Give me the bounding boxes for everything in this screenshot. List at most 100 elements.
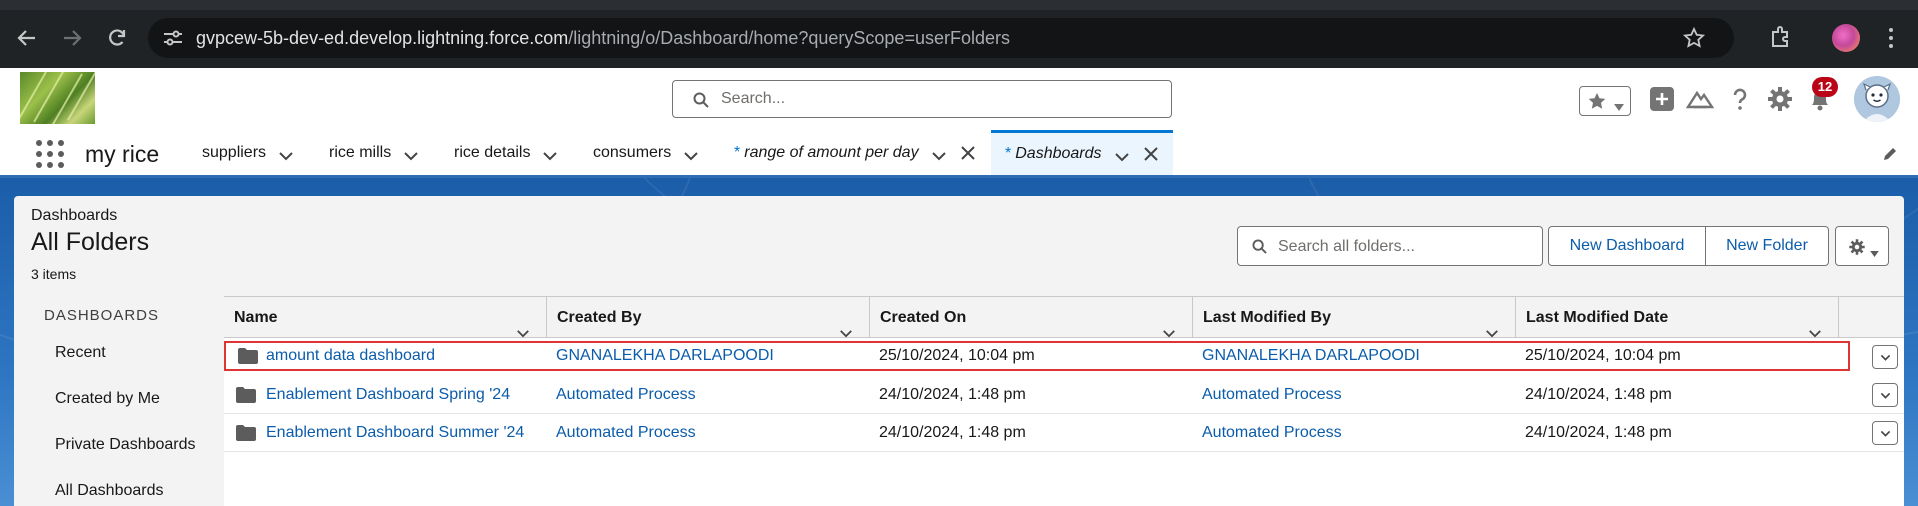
nav-item-rice-details[interactable]: rice details [454,130,558,175]
folder-search-placeholder: Search all folders... [1278,238,1415,255]
url-text: gvpcew-5b-dev-ed.develop.lightning.force… [196,28,1010,49]
bookmark-star-icon[interactable] [1682,26,1706,50]
chrome-menu-icon[interactable] [1887,26,1895,50]
address-bar[interactable]: gvpcew-5b-dev-ed.develop.lightning.force… [148,18,1734,58]
favorites-star-icon[interactable] [1587,92,1607,110]
chevron-down-icon[interactable] [542,148,558,160]
folder-name-link[interactable]: Enablement Dashboard Summer '24 [266,414,524,452]
column-header-created-on[interactable]: Created On [870,297,1193,338]
folder-icon [236,387,256,403]
folder-icon [236,425,256,441]
table-row[interactable]: Enablement Dashboard Summer '24 Automate… [224,414,1904,452]
chevron-down-icon[interactable] [1485,313,1499,338]
list-settings-button[interactable] [1835,226,1889,266]
settings-gear-icon [1848,238,1866,256]
forward-arrow-icon[interactable] [58,24,86,52]
nav-item-label: rice mills [329,143,392,161]
last-modified-by-link[interactable]: GNANALEKHA DARLAPOODI [1202,343,1420,369]
browser-toolbar: gvpcew-5b-dev-ed.develop.lightning.force… [0,0,1918,68]
row-actions-button[interactable] [1872,345,1898,369]
sidebar-item-private-dashboards[interactable]: Private Dashboards [55,436,196,454]
app-name: my rice [85,141,160,167]
app-navigation-bar: my rice suppliers rice mills rice detail… [0,130,1918,178]
last-modified-by-link[interactable]: Automated Process [1202,414,1342,452]
list-view-card: Dashboards All Folders 3 items Search al… [14,196,1904,506]
chevron-down-icon [1880,354,1891,361]
reload-icon[interactable] [103,24,131,52]
search-icon [693,92,709,108]
avatar[interactable] [1854,76,1900,122]
browser-tabstrip [0,0,1918,10]
chevron-down-icon [1880,392,1891,399]
close-icon[interactable] [960,145,975,160]
nav-tab-dashboards[interactable]: * Dashboards [991,130,1173,175]
notification-badge[interactable]: 12 [1812,77,1838,97]
chevron-down-icon[interactable] [1114,149,1130,162]
global-search-input[interactable]: Search... [672,80,1172,118]
folders-sidebar: DASHBOARDS Recent Created by Me Private … [14,296,223,506]
column-header-label: Created By [557,309,642,326]
app-launcher-icon[interactable] [36,140,64,168]
edit-pencil-icon[interactable] [1882,146,1898,162]
breadcrumb[interactable]: Dashboards [31,207,117,225]
folder-name-link[interactable]: Enablement Dashboard Spring '24 [266,376,510,414]
url-path: /lightning/o/Dashboard/home?queryScope=u… [568,28,1010,48]
folder-name-link[interactable]: amount data dashboard [266,343,435,369]
add-icon[interactable] [1648,85,1676,113]
close-icon[interactable] [1143,147,1158,161]
created-on: 25/10/2024, 10:04 pm [879,347,1035,364]
nav-item-consumers[interactable]: consumers [593,130,699,175]
folder-search-input[interactable]: Search all folders... [1237,226,1543,266]
list-header: Dashboards All Folders 3 items Search al… [14,196,1904,296]
row-actions-button[interactable] [1872,383,1898,407]
setup-gear-icon[interactable] [1766,85,1794,113]
extensions-icon[interactable] [1768,24,1794,50]
profile-icon[interactable] [1832,24,1860,52]
created-by-link[interactable]: Automated Process [556,414,696,452]
unsaved-marker: * [734,143,741,161]
last-modified-date: 25/10/2024, 10:04 pm [1525,347,1681,364]
table-row[interactable]: amount data dashboard GNANALEKHA DARLAPO… [224,341,1850,371]
new-dashboard-button[interactable]: New Dashboard [1548,226,1706,266]
chevron-down-icon[interactable] [516,313,530,338]
nav-item-rice-mills[interactable]: rice mills [329,130,419,175]
chevron-down-icon[interactable] [1808,313,1822,338]
nav-item-suppliers[interactable]: suppliers [202,130,294,175]
created-by-link[interactable]: GNANALEKHA DARLAPOODI [556,343,774,369]
chevron-down-icon[interactable] [1614,98,1624,111]
chevron-down-icon[interactable] [839,313,853,338]
table-row[interactable]: Enablement Dashboard Spring '24 Automate… [224,376,1904,414]
sidebar-item-created-by-me[interactable]: Created by Me [55,390,160,408]
column-header-label: Created On [880,309,967,326]
chevron-down-icon[interactable] [931,148,947,160]
search-icon [1252,239,1267,254]
chevron-down-icon[interactable] [403,148,419,160]
created-by-link[interactable]: Automated Process [556,376,696,414]
trailhead-icon[interactable] [1685,85,1715,113]
org-logo[interactable] [20,72,95,124]
chevron-down-icon [1870,244,1879,257]
last-modified-by-link[interactable]: Automated Process [1202,376,1342,414]
chevron-down-icon[interactable] [683,148,699,160]
help-icon[interactable] [1726,85,1754,113]
url-host: gvpcew-5b-dev-ed.develop.lightning.force… [196,28,569,48]
chevron-down-icon[interactable] [278,148,294,160]
sidebar-item-all-dashboards[interactable]: All Dashboards [55,482,164,500]
column-header-last-modified-date[interactable]: Last Modified Date [1516,297,1839,338]
nav-item-label: range of amount per day [744,143,919,161]
new-folder-button[interactable]: New Folder [1705,226,1829,266]
chevron-down-icon[interactable] [1162,313,1176,338]
created-on: 24/10/2024, 1:48 pm [879,386,1026,403]
column-header-name[interactable]: Name [224,297,547,338]
nav-item-label: rice details [454,143,531,161]
favorites-button[interactable] [1579,86,1631,116]
column-header-last-modified-by[interactable]: Last Modified By [1193,297,1516,338]
global-search-placeholder: Search... [721,90,786,107]
row-actions-button[interactable] [1872,421,1898,445]
column-header-created-by[interactable]: Created By [547,297,870,338]
sidebar-item-recent[interactable]: Recent [55,344,106,362]
nav-tab-range-of-amount-per-day[interactable]: * range of amount per day [734,130,975,175]
sidebar-heading: DASHBOARDS [44,307,160,324]
site-settings-icon[interactable] [162,28,184,48]
back-arrow-icon[interactable] [13,24,41,52]
